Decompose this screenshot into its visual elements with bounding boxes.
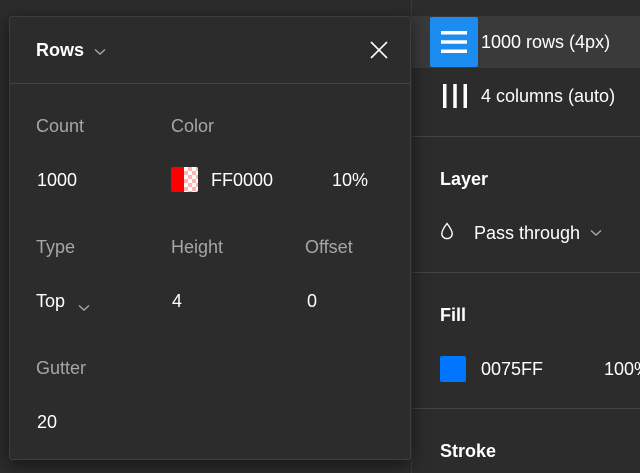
fill-opacity-value[interactable]: 100% xyxy=(604,359,640,380)
chevron-down-icon[interactable] xyxy=(94,43,106,61)
columns-icon[interactable] xyxy=(440,71,470,121)
type-label: Type xyxy=(36,237,76,257)
properties-panel: 1000 rows (4px) 4 columns (auto) Layer P… xyxy=(411,0,640,473)
blend-mode-dropdown[interactable]: Pass through xyxy=(440,220,602,246)
chevron-down-icon[interactable] xyxy=(78,299,90,317)
design-app-window: 1000 rows (4px) 4 columns (auto) Layer P… xyxy=(0,0,640,473)
height-input[interactable]: 4 xyxy=(172,291,182,312)
section-divider xyxy=(412,136,640,137)
layout-grid-rows-label[interactable]: 1000 rows (4px) xyxy=(481,32,610,53)
offset-input[interactable]: 0 xyxy=(307,291,317,312)
grid-type-dropdown[interactable]: Rows xyxy=(36,40,84,61)
fill-section-title: Fill xyxy=(440,305,466,325)
layer-section-title: Layer xyxy=(440,169,489,189)
type-dropdown[interactable]: Top xyxy=(36,291,65,312)
color-opacity-input[interactable]: 10% xyxy=(332,170,368,191)
count-input[interactable]: 1000 xyxy=(37,170,77,191)
height-label: Height xyxy=(171,237,224,257)
color-hex-input[interactable]: FF0000 xyxy=(211,170,273,191)
section-divider xyxy=(412,272,640,273)
section-divider xyxy=(412,408,640,409)
close-button[interactable] xyxy=(366,37,392,63)
layout-grid-columns-label[interactable]: 4 columns (auto) xyxy=(481,86,615,107)
rows-icon[interactable] xyxy=(430,17,478,67)
stroke-section-title: Stroke xyxy=(440,441,497,461)
popover-divider xyxy=(10,83,410,84)
fill-hex-value[interactable]: 0075FF xyxy=(481,359,543,380)
drop-icon xyxy=(440,221,454,245)
rows-grid-popover: Rows Count Color 1000 FF0000 10% Type He… xyxy=(9,16,411,460)
fill-row: 0075FF 100% xyxy=(440,356,640,382)
layout-grid-columns-row[interactable]: 4 columns (auto) xyxy=(412,70,640,122)
color-label: Color xyxy=(171,116,215,136)
popover-header: Rows xyxy=(10,17,410,83)
gutter-label: Gutter xyxy=(36,358,87,378)
swatch-solid xyxy=(171,167,184,192)
swatch-transparency xyxy=(184,167,198,192)
close-icon[interactable] xyxy=(369,40,389,60)
offset-label: Offset xyxy=(305,237,353,257)
count-label: Count xyxy=(36,116,85,136)
fill-color-swatch[interactable] xyxy=(440,356,466,382)
grid-color-swatch[interactable] xyxy=(171,167,198,192)
chevron-down-icon[interactable] xyxy=(590,224,602,242)
blend-mode-value[interactable]: Pass through xyxy=(474,223,580,244)
gutter-input[interactable]: 20 xyxy=(37,412,57,433)
layout-grid-rows-row[interactable]: 1000 rows (4px) xyxy=(412,16,640,68)
